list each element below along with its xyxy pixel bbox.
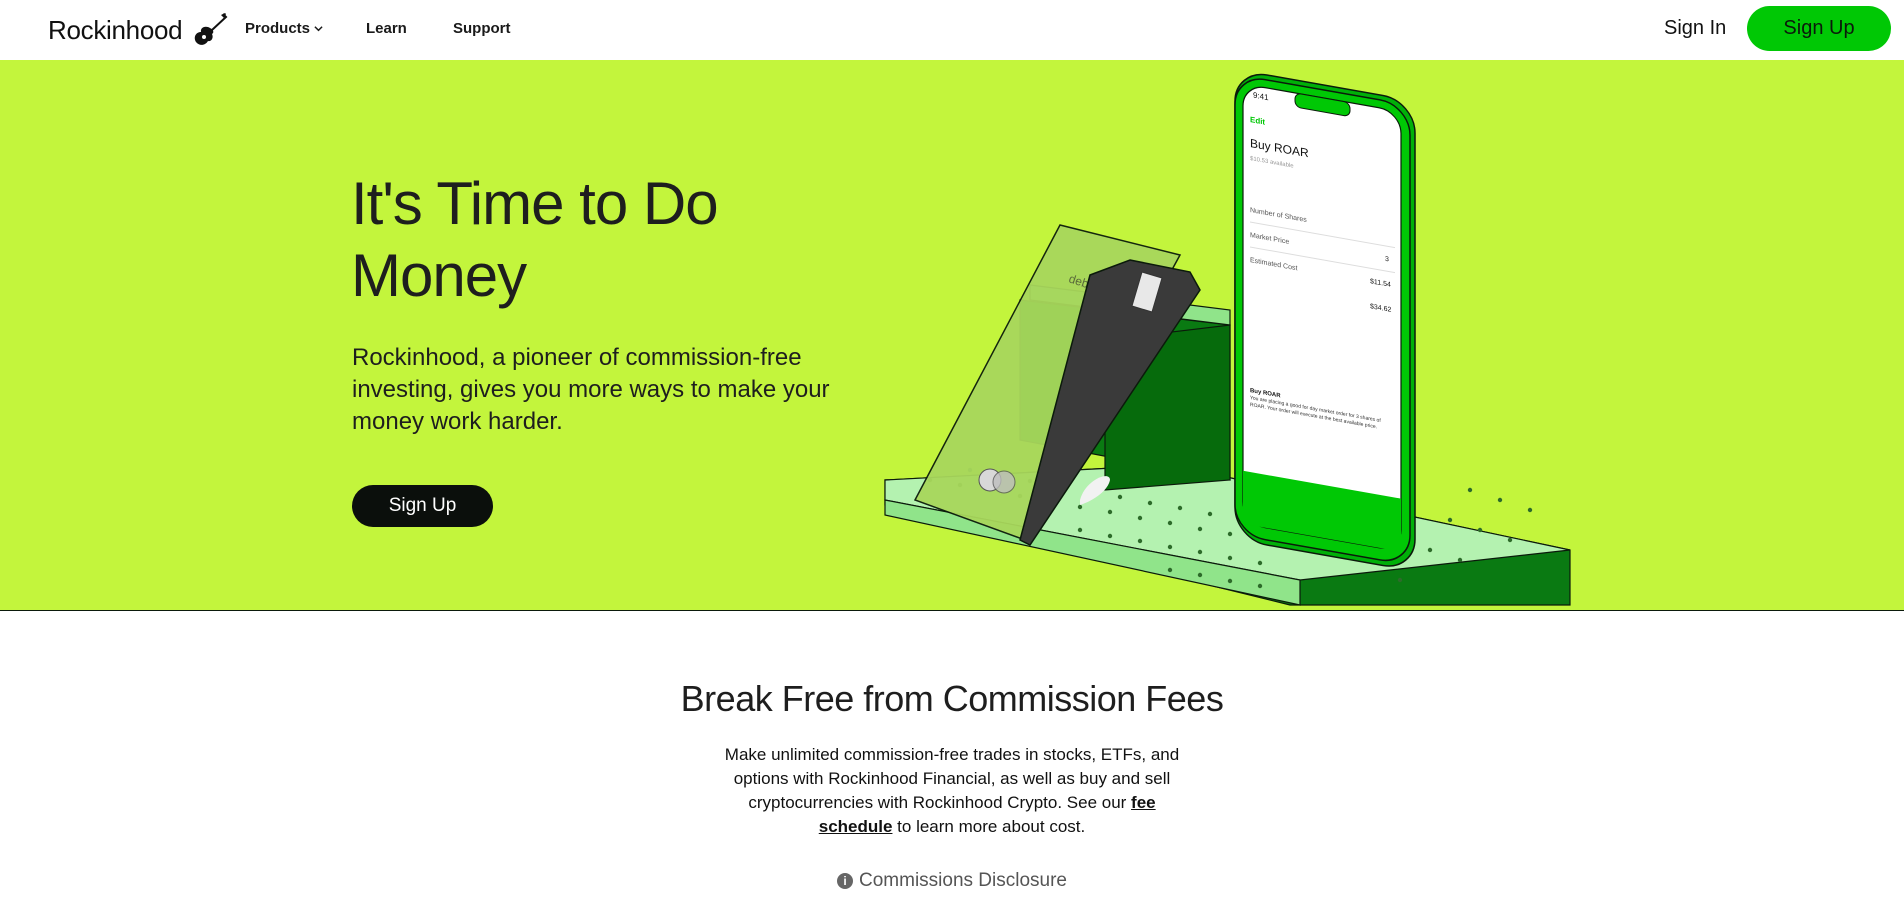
section-body: Make unlimited commission-free trades in… bbox=[722, 743, 1182, 839]
brand-logo[interactable]: Rockinhood bbox=[48, 12, 228, 48]
section-title: Break Free from Commission Fees bbox=[680, 678, 1224, 719]
hero-title: It's Time to Do Money bbox=[351, 170, 719, 309]
phone: 9:41 Edit Buy ROAR $10.53 available Numb… bbox=[1234, 73, 1416, 567]
nav-products-label: Products bbox=[245, 20, 311, 37]
nav-support[interactable]: Support bbox=[453, 20, 511, 37]
phone-row-value: 3 bbox=[1385, 256, 1389, 264]
disclosure-label: Commissions Disclosure bbox=[859, 870, 1067, 891]
nav-products[interactable]: Products bbox=[245, 20, 323, 37]
chevron-down-icon bbox=[314, 26, 323, 32]
hero-section: It's Time to Do Money Rockinhood, a pion… bbox=[0, 60, 1904, 611]
sign-up-button[interactable]: Sign Up bbox=[1747, 6, 1891, 51]
section-body-text-end: to learn more about cost. bbox=[892, 817, 1086, 836]
hero-sign-up-button[interactable]: Sign Up bbox=[352, 485, 493, 527]
guitar-icon bbox=[195, 13, 228, 45]
commissions-disclosure-link[interactable]: i Commissions Disclosure bbox=[0, 870, 1904, 892]
hero-subtitle: Rockinhood, a pioneer of commission-free… bbox=[352, 344, 830, 435]
info-icon: i bbox=[837, 873, 853, 889]
section-body-text: Make unlimited commission-free trades in… bbox=[724, 745, 1180, 812]
hero-illustration: debit 9:41 Edit Buy ROAR $10.53 availabl… bbox=[884, 73, 1571, 606]
top-navbar: Rockinhood Products Learn Support Sign I… bbox=[0, 0, 1904, 60]
nav-learn[interactable]: Learn bbox=[366, 20, 407, 37]
sign-in-link[interactable]: Sign In bbox=[1664, 17, 1726, 40]
brand-name: Rockinhood bbox=[48, 14, 183, 45]
